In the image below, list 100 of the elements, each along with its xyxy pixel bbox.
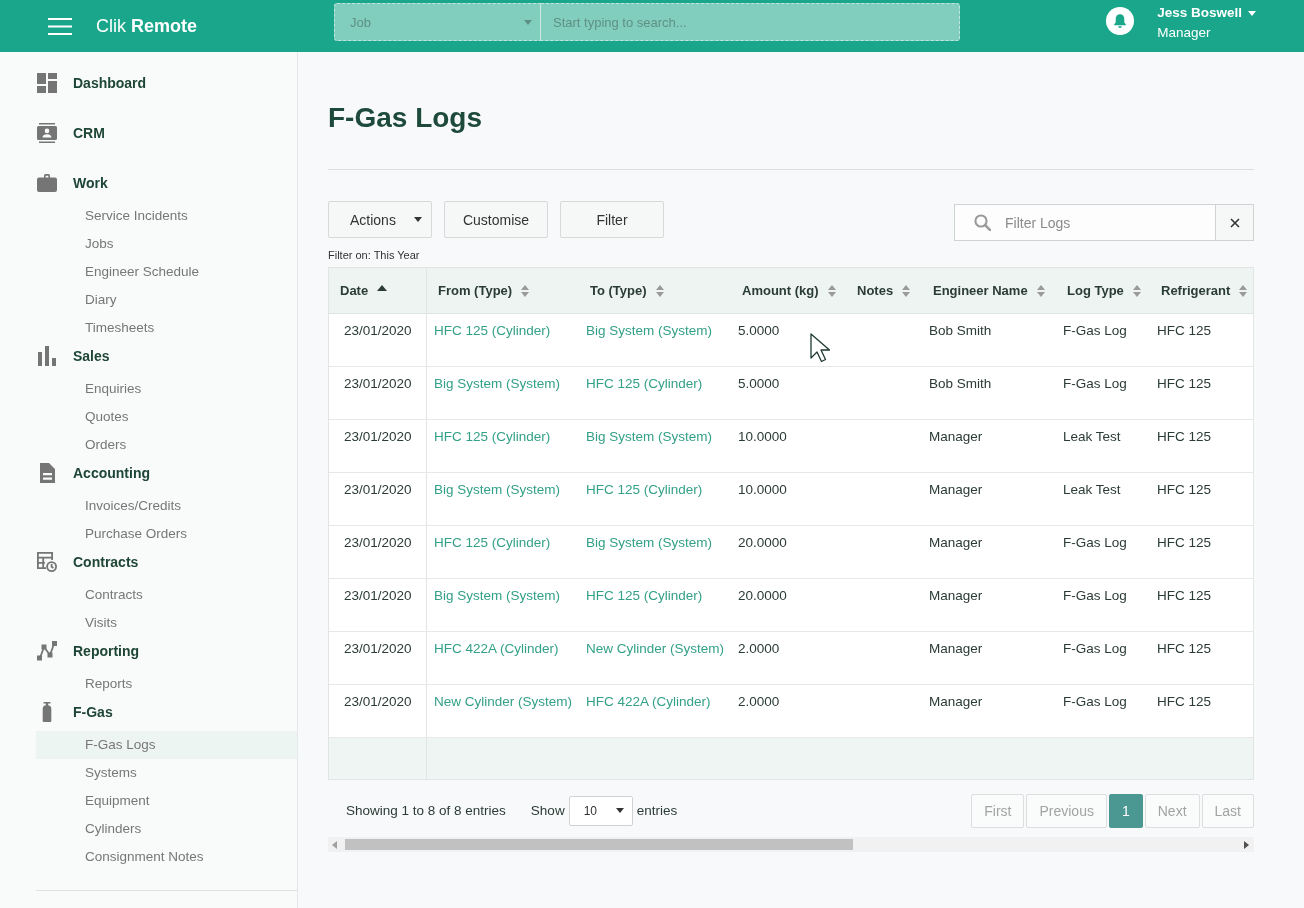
pagination-button[interactable]: 1 <box>1108 793 1143 828</box>
table-link[interactable]: New Cylinder (System) <box>586 641 725 656</box>
sidebar-group[interactable]: Reporting <box>36 637 297 665</box>
sidebar-group[interactable]: Contracts <box>36 548 297 576</box>
sidebar-group[interactable]: Sales <box>36 342 297 370</box>
sort-icon[interactable] <box>902 284 911 297</box>
table-link[interactable]: HFC 422A (Cylinder) <box>434 641 559 656</box>
sidebar-item[interactable]: Quotes <box>36 403 297 431</box>
table-link[interactable]: Big System (System) <box>586 535 713 550</box>
scroll-left-icon[interactable] <box>332 840 337 849</box>
sort-icon[interactable] <box>1132 284 1141 297</box>
sidebar-item[interactable]: Timesheets <box>36 314 297 342</box>
table-link[interactable]: HFC 125 (Cylinder) <box>434 323 551 338</box>
column-header[interactable]: Date <box>329 268 427 313</box>
scrollbar-thumb[interactable] <box>345 839 853 850</box>
sidebar-item[interactable]: Invoices/Credits <box>36 492 297 520</box>
amount-text: 5.0000 <box>738 376 780 391</box>
table-link[interactable]: Big System (System) <box>586 323 713 338</box>
sidebar-group[interactable]: Accounting <box>36 459 297 487</box>
sort-icon[interactable] <box>655 284 664 297</box>
table-link[interactable]: HFC 422A (Cylinder) <box>586 694 711 709</box>
sidebar-item[interactable]: Diary <box>36 286 297 314</box>
sidebar-item[interactable]: Visits <box>36 609 297 637</box>
sidebar-item[interactable]: Orders <box>36 431 297 459</box>
dashboard-icon[interactable] <box>37 73 57 93</box>
column-header[interactable]: Refrigerant <box>1150 268 1253 313</box>
scroll-right-icon[interactable] <box>1244 840 1249 849</box>
search-field[interactable]: Start typing to search... <box>541 3 960 41</box>
page-length-select[interactable]: 10 <box>568 795 633 826</box>
sort-ascending-icon[interactable] <box>377 285 388 291</box>
date-text: 23/01/2020 <box>344 535 412 550</box>
table-link[interactable]: Big System (System) <box>434 482 561 497</box>
filter-field[interactable]: Filter Logs <box>954 204 1216 241</box>
line-graph-icon[interactable] <box>37 641 57 661</box>
sort-icon[interactable] <box>1036 284 1045 297</box>
sidebar-group[interactable]: F-Gas <box>36 698 297 726</box>
engineer-name: Manager <box>929 482 983 497</box>
sidebar-group[interactable]: Work <box>36 169 297 197</box>
engineer-name: Manager <box>929 429 983 444</box>
sidebar-item[interactable]: Reports <box>36 670 297 698</box>
date-text: 23/01/2020 <box>344 482 412 497</box>
close-icon[interactable] <box>1229 217 1240 228</box>
briefcase-icon[interactable] <box>37 173 57 193</box>
sort-icon[interactable] <box>827 284 836 297</box>
column-header[interactable]: Amount (kg) <box>731 268 846 313</box>
notification-bell-icon[interactable] <box>1106 7 1135 35</box>
table-link[interactable]: New Cylinder (System) <box>434 694 573 709</box>
contact-card-icon[interactable] <box>37 123 57 143</box>
refrigerant-name: HFC 125 <box>1157 376 1212 391</box>
table-link[interactable]: HFC 125 (Cylinder) <box>434 429 551 444</box>
engineer-name: Manager <box>929 535 983 550</box>
sidebar-item[interactable]: Service Incidents <box>36 202 297 230</box>
column-header[interactable]: To (Type) <box>579 268 731 313</box>
engineer-name: Bob Smith <box>929 376 992 391</box>
sidebar-item[interactable]: Jobs <box>36 230 297 258</box>
dropdown-button[interactable]: Actions <box>328 201 432 238</box>
sidebar-item[interactable]: Cylinders <box>36 815 297 843</box>
caret-icon[interactable] <box>615 808 624 813</box>
sidebar-item[interactable]: Systems <box>36 759 297 787</box>
mouse-pointer-icon <box>810 333 830 363</box>
table-link[interactable]: HFC 125 (Cylinder) <box>586 482 703 497</box>
date-text: 23/01/2020 <box>344 323 412 338</box>
column-header[interactable]: From (Type) <box>427 268 579 313</box>
app-title: Clik Remote <box>96 15 197 37</box>
entries-label: entries <box>636 803 678 818</box>
sort-icon[interactable] <box>521 284 530 297</box>
user-menu-button[interactable]: Jess Boswell <box>1157 4 1256 22</box>
table-link[interactable]: Big System (System) <box>434 376 561 391</box>
sidebar-item[interactable]: Purchase Orders <box>36 520 297 548</box>
refrigerant-name: HFC 125 <box>1157 429 1212 444</box>
table-link[interactable]: Big System (System) <box>586 429 713 444</box>
sidebar-item[interactable]: Contracts <box>36 581 297 609</box>
refrigerant-name: HFC 125 <box>1157 535 1212 550</box>
sidebar-item[interactable]: Equipment <box>36 787 297 815</box>
sidebar-item[interactable]: Engineer Schedule <box>36 258 297 286</box>
toolbar-button[interactable]: Customise <box>444 201 548 238</box>
calendar-clock-icon[interactable] <box>37 552 57 572</box>
table-link[interactable]: HFC 125 (Cylinder) <box>586 588 703 603</box>
document-icon[interactable] <box>37 463 57 483</box>
table-link[interactable]: Big System (System) <box>434 588 561 603</box>
log-type: F-Gas Log <box>1063 376 1127 391</box>
caret-icon[interactable] <box>414 217 422 222</box>
column-header[interactable]: Log Type <box>1056 268 1150 313</box>
horizontal-scrollbar[interactable] <box>328 837 1254 852</box>
column-header[interactable]: Engineer Name <box>922 268 1056 313</box>
sort-icon[interactable] <box>1239 284 1248 297</box>
toolbar-button[interactable]: Filter <box>560 201 664 238</box>
log-type: F-Gas Log <box>1063 641 1127 656</box>
menu-icon[interactable] <box>48 17 72 35</box>
sidebar-group[interactable]: Dashboard <box>36 69 297 97</box>
amount-text: 2.0000 <box>738 641 780 656</box>
sidebar-item[interactable]: Consignment Notes <box>36 843 297 871</box>
sidebar-item[interactable]: Enquiries <box>36 375 297 403</box>
date-text: 23/01/2020 <box>344 588 412 603</box>
table-link[interactable]: HFC 125 (Cylinder) <box>586 376 703 391</box>
amount-text: 20.0000 <box>738 535 787 550</box>
sidebar-group[interactable]: CRM <box>36 119 297 147</box>
bar-chart-icon[interactable] <box>37 346 57 366</box>
sidebar-item[interactable]: F-Gas Logs <box>36 731 297 759</box>
table-link[interactable]: HFC 125 (Cylinder) <box>434 535 551 550</box>
